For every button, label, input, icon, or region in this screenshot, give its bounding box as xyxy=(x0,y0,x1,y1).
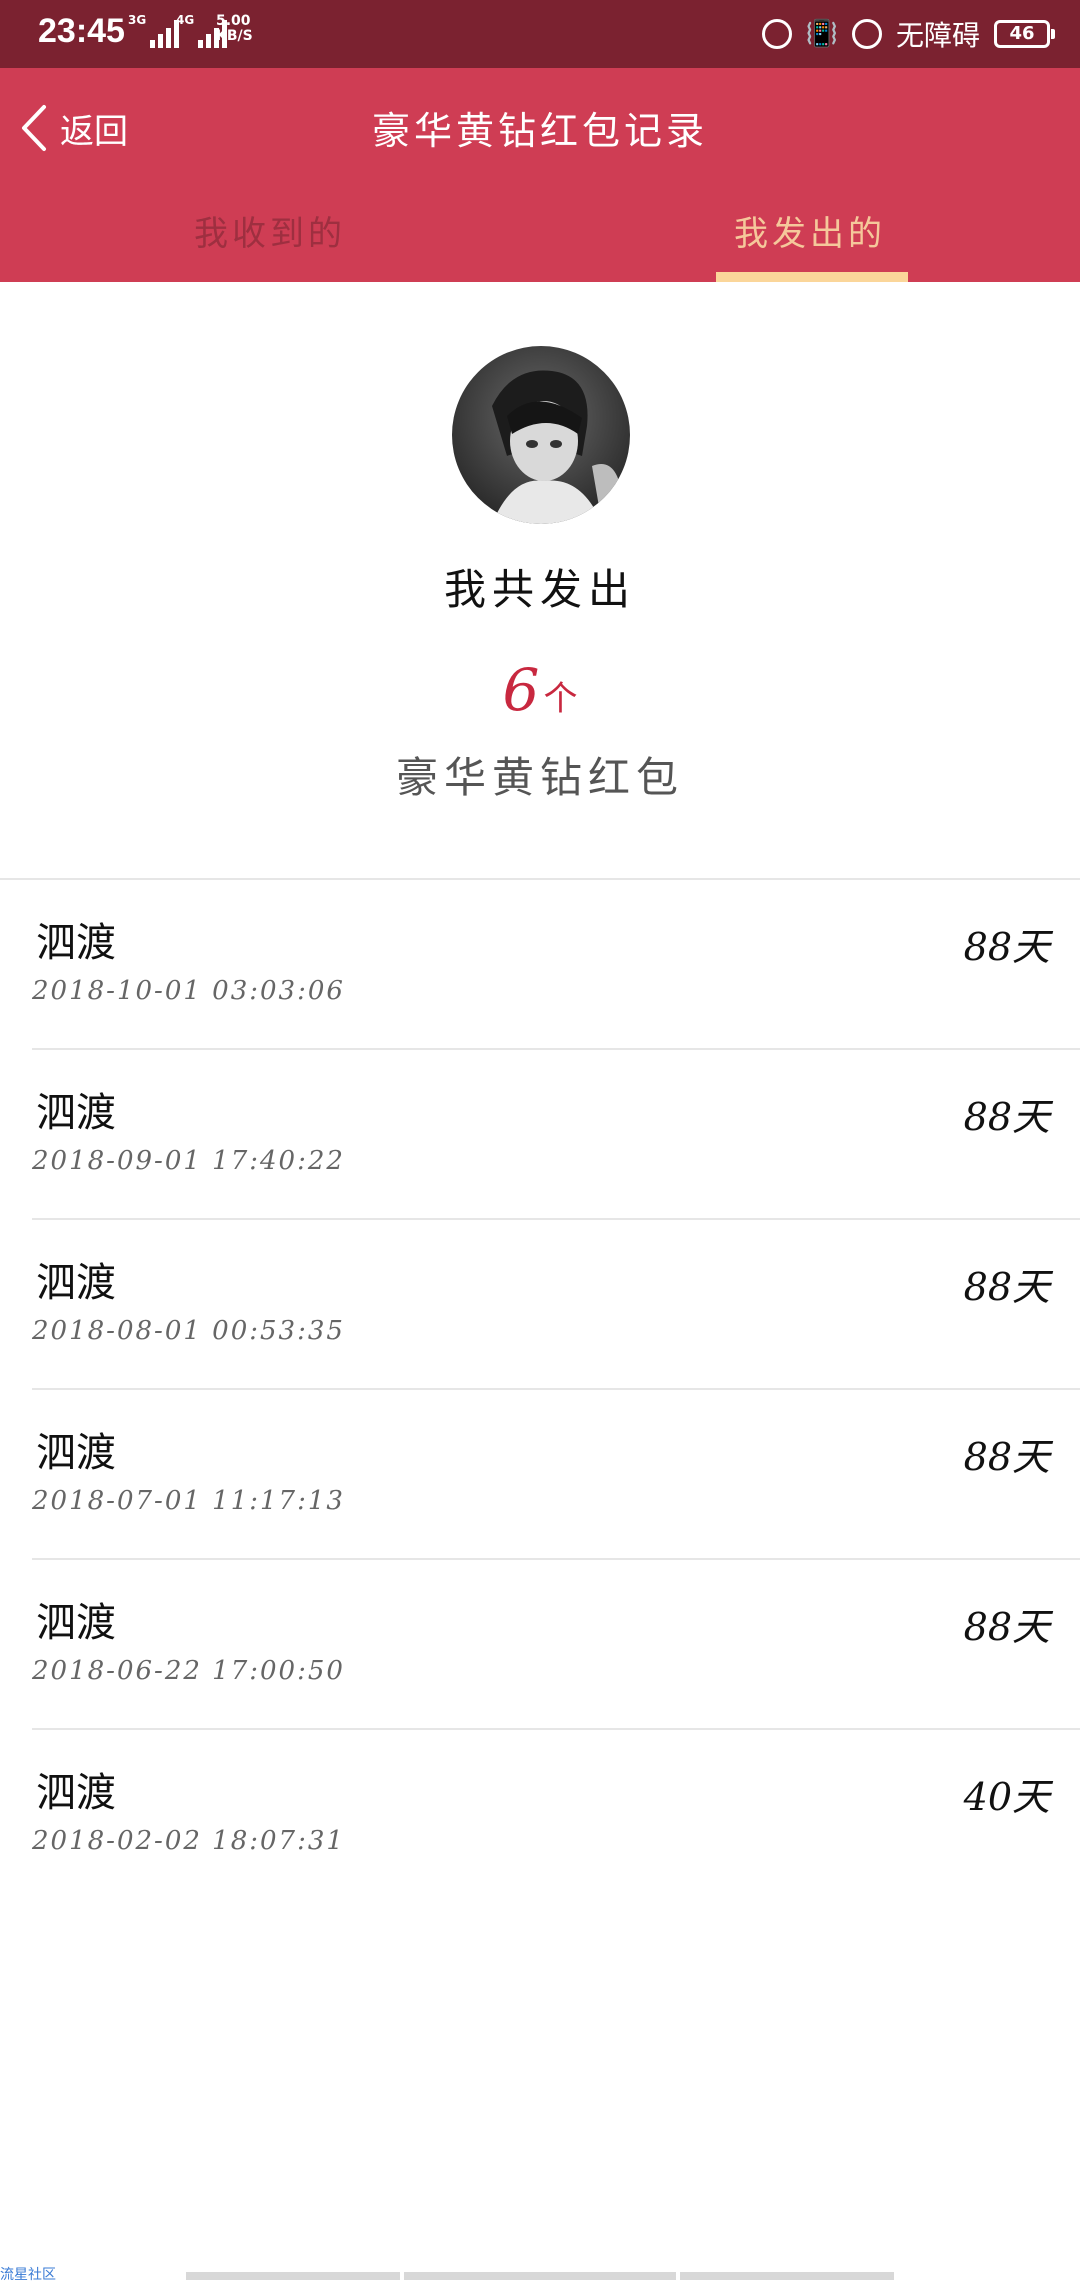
record-name: 泗渡 xyxy=(36,1090,116,1136)
record-time: 2018-09-01 17:40:22 xyxy=(32,1146,345,1176)
count-unit: 个 xyxy=(543,679,578,719)
record-days: 88天 xyxy=(963,1265,1050,1309)
avatar xyxy=(452,346,630,524)
record-name: 泗渡 xyxy=(36,1260,116,1306)
record-time: 2018-08-01 00:53:35 xyxy=(32,1316,345,1346)
record-days: 88天 xyxy=(963,1605,1050,1649)
record-name: 泗渡 xyxy=(36,920,116,966)
bottom-bar-segment xyxy=(680,2272,894,2280)
status-time: 23:45 xyxy=(38,12,125,50)
data-saver-icon xyxy=(761,19,792,49)
battery-icon: 46 xyxy=(994,20,1055,48)
list-item[interactable]: 泗渡 2018-10-01 03:03:06 88天 xyxy=(32,880,1080,1050)
record-days: 88天 xyxy=(963,1435,1050,1479)
summary-subtitle: 豪华黄钻红包 xyxy=(395,753,684,802)
list-item[interactable]: 泗渡 2018-02-02 18:07:31 40天 xyxy=(32,1730,1080,1898)
record-name: 泗渡 xyxy=(36,1600,116,1646)
summary-count: 6个 xyxy=(0,656,1080,724)
record-days: 40天 xyxy=(963,1775,1050,1819)
list-item[interactable]: 泗渡 2018-08-01 00:53:35 88天 xyxy=(32,1220,1080,1390)
record-time: 2018-06-22 17:00:50 xyxy=(32,1656,345,1686)
watermark: 流星社区 xyxy=(0,2266,56,2282)
active-tab-indicator xyxy=(716,272,908,282)
records-list: 泗渡 2018-10-01 03:03:06 88天 泗渡 2018-09-01… xyxy=(0,880,1080,1898)
record-name: 泗渡 xyxy=(36,1430,116,1476)
vibrate-icon: 📳 xyxy=(805,19,838,49)
signal-3g-icon: 3G xyxy=(128,14,180,48)
list-item[interactable]: 泗渡 2018-06-22 17:00:50 88天 xyxy=(32,1560,1080,1730)
record-name: 泗渡 xyxy=(36,1770,116,1816)
bottom-bar-segment xyxy=(186,2272,400,2280)
tab-received[interactable]: 我收到的 xyxy=(130,198,410,282)
count-number: 6 xyxy=(502,656,540,724)
status-bar: 23:45 3G 4G 5.00 KB/S 📳 无障碍 46 xyxy=(0,0,1080,68)
record-days: 88天 xyxy=(963,925,1050,969)
record-days: 88天 xyxy=(963,1095,1050,1139)
bottom-bar-segment xyxy=(404,2272,676,2280)
lock-rotation-icon xyxy=(851,19,882,49)
summary-title: 我共发出 xyxy=(443,565,636,614)
list-item[interactable]: 泗渡 2018-09-01 17:40:22 88天 xyxy=(32,1050,1080,1220)
list-item[interactable]: 泗渡 2018-07-01 11:17:13 88天 xyxy=(32,1390,1080,1560)
network-speed: 5.00 KB/S xyxy=(216,13,253,44)
accessibility-label: 无障碍 xyxy=(895,19,980,52)
record-time: 2018-10-01 03:03:06 xyxy=(32,976,345,1006)
app-header: 返回 豪华黄钻红包记录 我收到的 我发出的 xyxy=(0,68,1080,282)
tab-sent[interactable]: 我发出的 xyxy=(670,198,950,282)
tab-bar: 我收到的 我发出的 xyxy=(0,198,1080,282)
record-time: 2018-07-01 11:17:13 xyxy=(32,1486,345,1516)
record-time: 2018-02-02 18:07:31 xyxy=(32,1826,345,1856)
page-title: 豪华黄钻红包记录 xyxy=(371,109,708,153)
